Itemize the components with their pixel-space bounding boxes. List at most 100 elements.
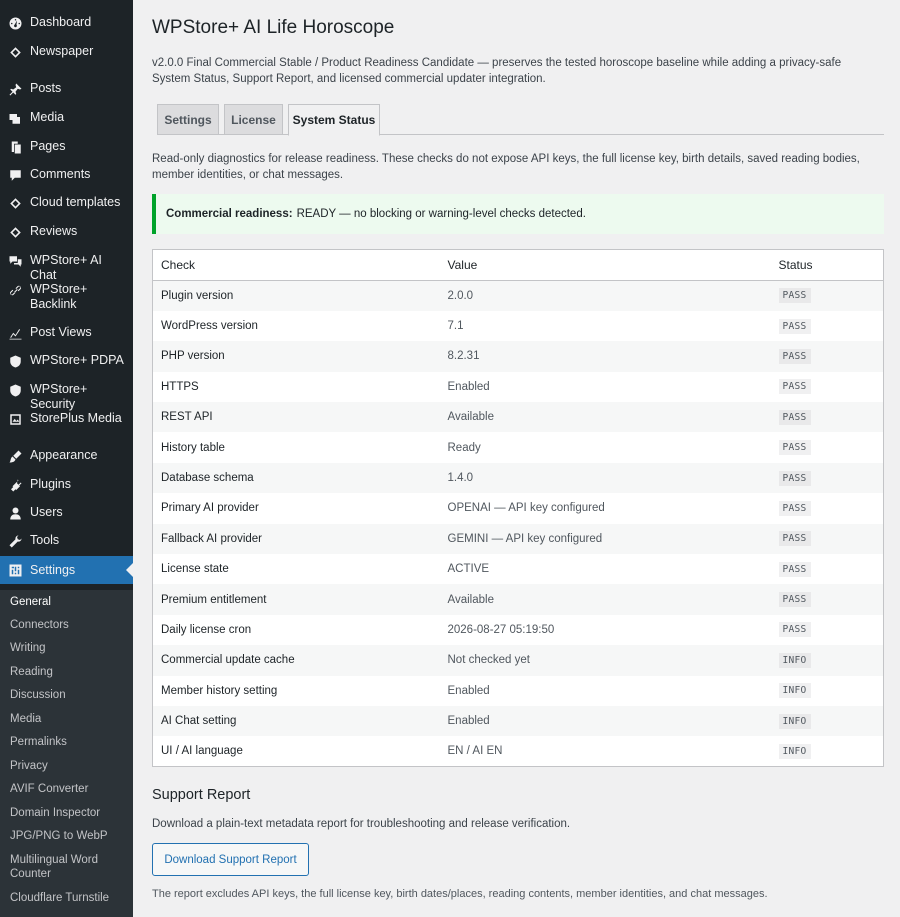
menu-appearance[interactable]: Appearance [0, 448, 133, 464]
table-row: PHP version 8.2.31 PASS [152, 341, 884, 372]
menu-plugins[interactable]: Plugins [0, 477, 133, 493]
submenu-writing[interactable]: Writing [10, 641, 129, 655]
submenu-jpg-png-webp[interactable]: JPG/PNG to WebP [10, 829, 129, 843]
menu-newspaper[interactable]: Newspaper [0, 44, 133, 60]
cell-check: Plugin version [161, 289, 234, 302]
cell-status: PASS [778, 341, 884, 371]
notice-label: Commercial readiness: [166, 208, 293, 220]
menu-storeplus-media[interactable]: StorePlus Media [0, 411, 133, 427]
brush-icon [7, 448, 23, 464]
table-row: REST API Available PASS [152, 402, 884, 433]
menu-label: Settings [30, 563, 76, 577]
cell-status: INFO [778, 645, 884, 675]
table-row: Commercial update cache Not checked yet IN… [152, 645, 884, 676]
submenu-media[interactable]: Media [10, 712, 129, 726]
media-icon [7, 110, 23, 126]
cell-status: PASS [778, 281, 884, 311]
submenu-permalinks[interactable]: Permalinks [10, 735, 129, 749]
diamond-icon [7, 224, 23, 240]
admin-sidebar: Dashboard Newspaper Posts Media Pages Co… [0, 0, 133, 917]
chart-icon [7, 325, 23, 341]
menu-comments[interactable]: Comments [0, 167, 133, 183]
menu-tools[interactable]: Tools [0, 533, 133, 549]
tab-settings[interactable]: Settings [157, 104, 219, 135]
menu-dashboard[interactable]: Dashboard [0, 15, 133, 31]
cell-value: 2026-08-27 05:19:50 [447, 623, 555, 636]
status-badge: PASS [778, 409, 811, 425]
shield-icon [7, 382, 23, 398]
menu-settings[interactable]: Settings [0, 556, 133, 584]
menu-users[interactable]: Users [0, 505, 133, 521]
submenu-discussion[interactable]: Discussion [10, 688, 129, 702]
support-report-title: Support Report [152, 787, 251, 803]
status-badge: INFO [778, 743, 811, 759]
cell-value: Ready [447, 441, 481, 454]
menu-pages[interactable]: Pages [0, 139, 133, 155]
cell-check: Fallback AI provider [161, 532, 262, 545]
submenu-word-counter[interactable]: Multilingual Word Counter [10, 853, 110, 881]
header-check: Check [152, 249, 448, 281]
menu-backlink[interactable]: WPStore+ Backlink [0, 282, 133, 314]
wrench-icon [7, 533, 23, 549]
menu-label: StorePlus Media [30, 411, 122, 425]
settings-icon [7, 562, 23, 578]
dashboard-icon [7, 15, 23, 31]
cell-status: PASS [778, 402, 884, 432]
table-row: AI Chat setting Enabled INFO [152, 705, 884, 737]
menu-pdpa[interactable]: WPStore+ PDPA [0, 353, 133, 369]
table-header-row: Check Value Status [152, 249, 884, 281]
newspaper-icon [7, 44, 23, 60]
cell-status: PASS [778, 463, 884, 493]
menu-label: Pages [30, 139, 66, 153]
submenu-connectors[interactable]: Connectors [10, 618, 129, 632]
table-row: History table Ready PASS [153, 432, 884, 462]
tab-license[interactable]: License [224, 104, 283, 135]
cell-check: HTTPS [161, 380, 199, 393]
submenu-domain-inspector[interactable]: Domain Inspector [10, 806, 129, 820]
cell-value: 7.1 [447, 320, 464, 333]
table-row: Fallback AI provider GEMINI — API key con… [152, 523, 884, 555]
status-badge: PASS [778, 561, 811, 577]
cell-status: INFO [778, 736, 884, 766]
table-row: Plugin version 2.0.0 PASS [152, 280, 884, 311]
diagnostics-description: Read-only diagnostics for release readin… [152, 153, 860, 181]
cell-status: INFO [778, 706, 884, 736]
download-support-report-button[interactable]: Download Support Report [152, 843, 309, 876]
menu-ai-chat[interactable]: WPStore+ AI Chat [0, 253, 133, 282]
menu-label: Dashboard [30, 15, 92, 29]
cell-check: Premium entitlement [161, 593, 267, 606]
submenu-reading[interactable]: Reading [10, 665, 129, 679]
cell-check: WordPress version [161, 320, 258, 333]
cell-status: PASS [778, 584, 884, 614]
menu-label: Cloud templates [30, 195, 121, 209]
menu-label: WPStore+ Backlink [30, 282, 88, 311]
cell-value: 8.2.31 [447, 350, 480, 363]
menu-media[interactable]: Media [0, 110, 133, 126]
shield-icon [7, 353, 23, 369]
cell-status: PASS [778, 432, 884, 462]
cell-check: Daily license cron [161, 623, 252, 636]
tab-system-status[interactable]: System Status [288, 104, 380, 136]
menu-label: Newspaper [30, 44, 94, 58]
menu-reviews[interactable]: Reviews [0, 224, 133, 240]
menu-label: Tools [30, 533, 60, 547]
header-value: Value [447, 249, 779, 281]
submenu-avif-converter[interactable]: AVIF Converter [10, 782, 129, 796]
status-badge: PASS [778, 622, 811, 638]
media-icon [7, 411, 23, 427]
cell-check: License state [161, 563, 229, 576]
table-body: Plugin version 2.0.0 PASS WordPress version… [152, 280, 884, 767]
menu-security[interactable]: WPStore+ Security [0, 382, 133, 411]
menu-post-views[interactable]: Post Views [0, 325, 133, 341]
cell-status: PASS [778, 493, 884, 523]
menu-posts[interactable]: Posts [0, 81, 133, 97]
menu-cloud-templates[interactable]: Cloud templates [0, 195, 133, 211]
status-badge: PASS [778, 500, 811, 516]
cell-status: PASS [778, 524, 884, 554]
menu-label: WPStore+ Security [30, 382, 88, 411]
submenu-cloudflare-turnstile[interactable]: Cloudflare Turnstile [10, 891, 129, 905]
submenu-privacy[interactable]: Privacy [10, 759, 129, 773]
cell-check: AI Chat setting [161, 715, 237, 728]
submenu-general[interactable]: General [10, 595, 129, 609]
menu-label: WPStore+ AI Chat [30, 253, 102, 282]
